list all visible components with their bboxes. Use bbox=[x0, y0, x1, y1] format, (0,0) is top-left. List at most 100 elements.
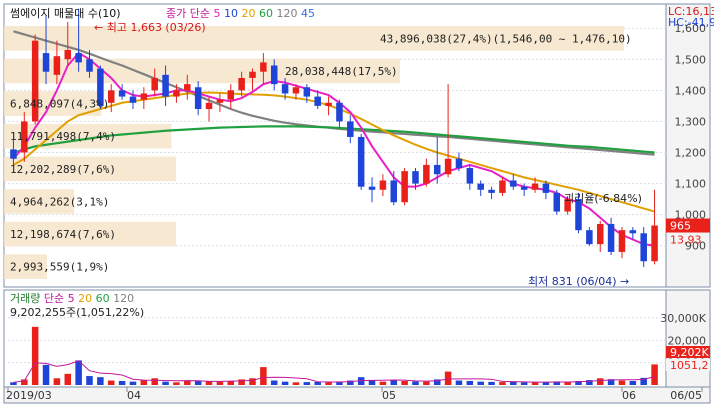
candle-body bbox=[651, 225, 658, 262]
candle-body bbox=[531, 183, 539, 190]
legend-period: 20 bbox=[241, 7, 259, 20]
chart-canvas[interactable]: 9001,0001,1001,2001,3001,4001,5001,60043… bbox=[0, 0, 714, 404]
volume-bar bbox=[227, 381, 235, 385]
price-tick-label: 1,500 bbox=[675, 53, 707, 66]
date-label: 2019/03 bbox=[6, 389, 52, 402]
candle-body bbox=[455, 158, 463, 169]
hc-label: HC:-41,9 bbox=[668, 16, 714, 29]
volume-profile-label: 28,038,448(17,5%) bbox=[285, 65, 398, 78]
volume-bar bbox=[455, 380, 463, 385]
volume-legend-period: 60 bbox=[96, 292, 114, 305]
legend-label: 종가 단순 bbox=[166, 7, 213, 20]
candle-body bbox=[618, 230, 626, 252]
date-label: 06 bbox=[622, 389, 636, 402]
date-label: 05 bbox=[382, 389, 396, 402]
date-label: 06/05 bbox=[670, 389, 702, 402]
candle-body bbox=[75, 53, 82, 63]
legend-period: 5 bbox=[213, 7, 224, 20]
candle-body bbox=[292, 87, 300, 94]
volume-bar bbox=[401, 380, 408, 385]
volume-bar bbox=[162, 381, 169, 385]
volume-bar bbox=[173, 382, 180, 385]
candle-body bbox=[499, 180, 506, 193]
candle-body bbox=[586, 230, 593, 245]
date-label: 04 bbox=[127, 389, 141, 402]
candle-body bbox=[184, 84, 191, 91]
volume-bar bbox=[499, 382, 506, 385]
volume-legend-item: 단순 bbox=[44, 292, 68, 305]
candle-body bbox=[347, 121, 354, 137]
volume-bar bbox=[618, 380, 626, 385]
volume-bar bbox=[281, 381, 289, 385]
volume-profile-label: 6,848,097(4,3%) bbox=[10, 98, 109, 111]
candle-body bbox=[260, 62, 267, 72]
volume-profile-label: 11,791,498(7,4%) bbox=[10, 130, 116, 143]
legend-period: 60 bbox=[259, 7, 277, 20]
candle-body bbox=[412, 171, 419, 184]
volume-bar bbox=[238, 379, 245, 385]
current-price-label: 965 bbox=[670, 220, 691, 233]
candle-body bbox=[444, 158, 452, 175]
legend-period: 45 bbox=[301, 7, 315, 20]
volume-bar bbox=[596, 378, 604, 385]
volume-bar bbox=[86, 376, 93, 385]
candle-body bbox=[477, 183, 484, 190]
volume-bar bbox=[303, 382, 311, 385]
volume-legend: 거래량 단순 5 20 60 120 bbox=[10, 292, 134, 305]
candle-body bbox=[118, 90, 126, 97]
volume-bar bbox=[651, 364, 658, 385]
volume-bar bbox=[184, 380, 191, 385]
candle-body bbox=[238, 77, 245, 91]
volume-bar bbox=[31, 326, 39, 385]
candle-body bbox=[640, 233, 647, 262]
low-annotation: 최저 831 (06/04) → bbox=[528, 275, 629, 288]
volume-bar bbox=[531, 382, 539, 385]
candle-body bbox=[542, 183, 550, 193]
date-axis-panel bbox=[3, 386, 711, 404]
candle-body bbox=[162, 74, 169, 97]
candle-body bbox=[270, 65, 278, 85]
volume-bar bbox=[64, 373, 72, 385]
candle-body bbox=[607, 223, 615, 252]
volume-bar bbox=[10, 382, 17, 385]
volume-bar bbox=[216, 381, 224, 385]
candle-body bbox=[325, 102, 332, 106]
candle-body bbox=[151, 77, 158, 91]
volume-bar bbox=[53, 378, 61, 385]
volume-bar bbox=[118, 380, 126, 385]
volume-bar bbox=[368, 380, 376, 385]
candle-body bbox=[303, 87, 311, 97]
volume-bar bbox=[97, 377, 104, 385]
candle-body bbox=[629, 230, 637, 234]
candle-body bbox=[433, 164, 441, 175]
candle-body bbox=[53, 56, 61, 75]
candle-body bbox=[553, 192, 561, 212]
volume-current-label: 9,202K bbox=[670, 346, 709, 359]
volume-bar bbox=[129, 381, 137, 385]
candle-body bbox=[205, 102, 213, 109]
volume-profile-label: 12,198,674(7,6%) bbox=[10, 228, 116, 241]
candle-body bbox=[194, 87, 202, 109]
candle-body bbox=[42, 53, 50, 72]
volume-profile-label: 43,896,038(27,4%)(1,546,00 ~ 1,476,10) bbox=[380, 32, 632, 45]
volume-bar bbox=[42, 364, 50, 385]
volume-profile-label: 12,202,289(7,6%) bbox=[10, 163, 116, 176]
candle-body bbox=[379, 180, 387, 190]
candle-body bbox=[488, 189, 495, 193]
legend-period: 120 bbox=[276, 7, 301, 20]
candle-body bbox=[140, 93, 148, 100]
candle-body bbox=[281, 84, 289, 94]
volume-tick-label: 30,000K bbox=[660, 312, 706, 325]
volume-bar bbox=[260, 367, 267, 385]
volume-bar bbox=[379, 381, 387, 385]
candle-body bbox=[129, 96, 137, 103]
candle-body bbox=[64, 49, 72, 60]
candle-body bbox=[368, 186, 376, 190]
price-legend: 종가 단순 5 10 20 60 120 45 bbox=[166, 7, 315, 20]
candle-body bbox=[466, 168, 474, 184]
volume-bar bbox=[325, 382, 332, 385]
stock-chart-window: 900 1,000 1,100 1,200 1,300 1,400 1,500 1,600 43… bbox=[0, 0, 714, 404]
candle-body bbox=[357, 136, 365, 187]
gap-annotation: 괴리율(-6.84%) bbox=[564, 192, 642, 205]
candle-body bbox=[596, 223, 604, 245]
